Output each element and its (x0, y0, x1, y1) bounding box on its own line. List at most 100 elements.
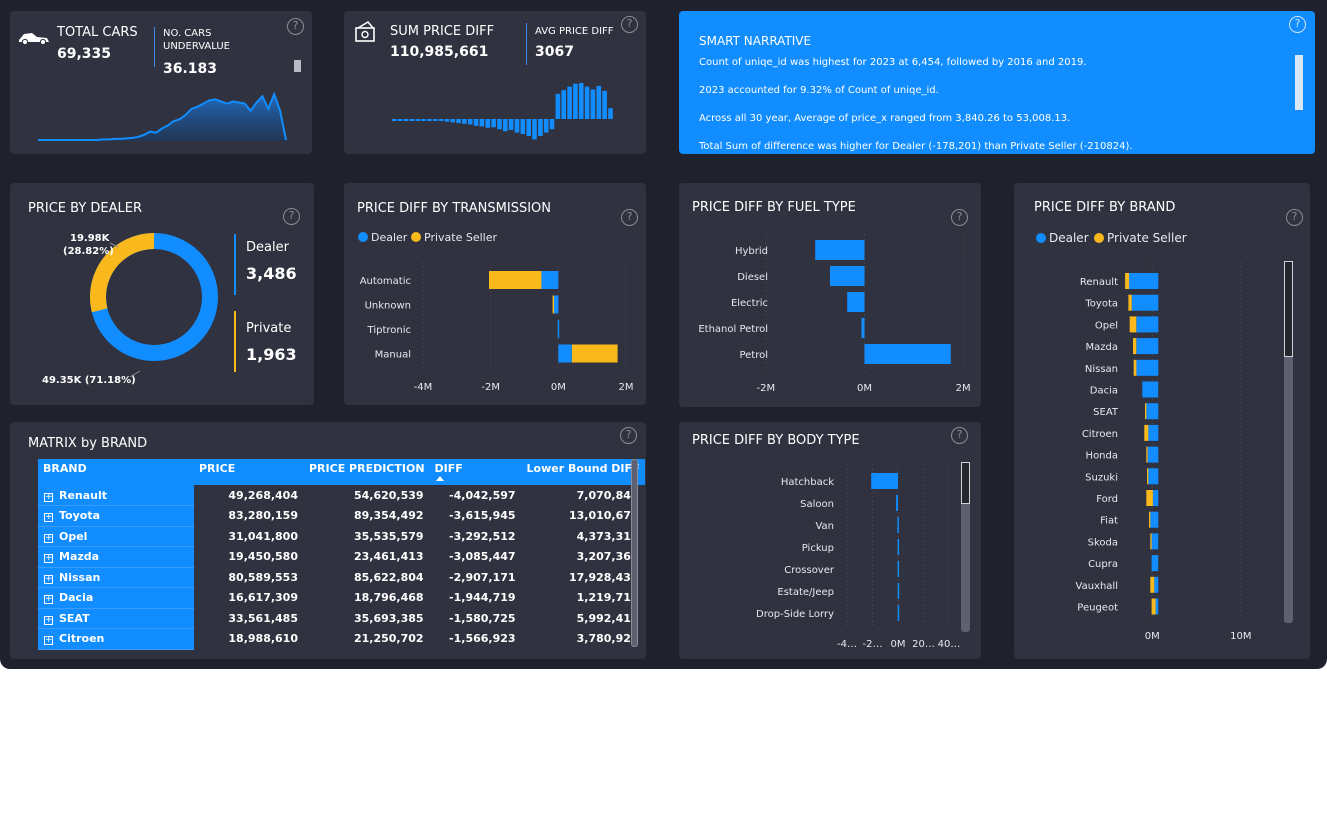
table-row[interactable]: + Opel 31,041,800 35,535,579 -3,292,512 4,373… (38, 526, 645, 547)
table-cell: 7,070,840 (576, 488, 639, 502)
sparkline-bar (432, 119, 438, 121)
table-row[interactable]: + Dacia 16,617,309 18,796,468 -1,944,719 1,21… (38, 587, 645, 609)
sparkline-bar (503, 119, 508, 132)
bar (557, 320, 560, 338)
cell-brand: + Citroen (38, 628, 194, 650)
header-brand[interactable]: BRAND (38, 459, 194, 485)
table-row[interactable]: + Toyota 83,280,159 89,354,492 -3,615,945 13,… (38, 505, 645, 527)
transmission-chart: -4M -2M 0M 2M Automatic Unknown Tiptronic Manua… (360, 263, 634, 393)
private-slice-label: 19.98K (70, 233, 110, 244)
header-lower-bound[interactable]: Lower Bound DIFF (521, 459, 645, 485)
expand-icon[interactable]: + (44, 554, 53, 564)
category-label: SEAT (1093, 407, 1119, 418)
narrative-scrollbar[interactable] (1295, 55, 1303, 110)
help-icon[interactable]: ? (1289, 16, 1306, 33)
x-tick-label: 0M (857, 383, 872, 394)
table-cell: -3,085,447 (449, 550, 516, 564)
category-label: Saloon (800, 499, 834, 510)
matrix-table: BRAND PRICE PRICE PREDICTION DIFF Lower … (38, 459, 645, 650)
table-cell: -1,566,923 (449, 632, 516, 646)
sparkline-bar (467, 119, 473, 125)
category-label: Ford (1096, 494, 1118, 505)
expand-icon[interactable]: + (44, 636, 53, 646)
body-type-card[interactable]: PRICE DIFF BY BODY TYPE ? -4… -2… 0M 20… 40…… (679, 422, 981, 659)
brand-chart: 0M 10M Renault Toyota Opel Mazda Nissan Dacia SE… (1076, 263, 1252, 642)
header-price-prediction[interactable]: PRICE PREDICTION (304, 459, 430, 485)
dashboard: TOTAL CARS 69,335 NO. CARS UNDERVALUE 36… (0, 0, 1327, 669)
sparkline-bar (526, 119, 531, 136)
fuel-type-card[interactable]: PRICE DIFF BY FUEL TYPE ? -2M 0M 2M Hybrid D… (679, 183, 981, 407)
brand-scroll-thumb[interactable] (1284, 261, 1293, 357)
table-row[interactable]: + SEAT 33,561,485 35,693,385 -1,580,725 5,992… (38, 608, 645, 629)
table-cell: 3,780,925 (576, 632, 639, 646)
bar-private (1151, 598, 1156, 615)
dealer-bar (234, 234, 236, 295)
private-label: Private (246, 321, 292, 336)
category-label: Vauxhall (1076, 581, 1118, 592)
category-label: Toyota (1084, 299, 1118, 310)
sparkline-bar (421, 119, 426, 121)
help-icon[interactable]: ? (620, 427, 637, 444)
category-label: Estate/Jeep (777, 587, 834, 598)
private-value: 1,963 (246, 345, 297, 364)
bar-private (1150, 576, 1155, 593)
sparkline-bar (462, 119, 467, 124)
bar-dealer (1150, 511, 1159, 528)
category-label: Pickup (802, 543, 834, 554)
table-cell: 1,219,717 (576, 591, 639, 605)
sort-desc-icon (435, 476, 444, 481)
expand-icon[interactable]: + (44, 574, 53, 584)
narrative-line: Count of uniqe_id was highest for 2023 a… (699, 57, 1087, 68)
category-label: Tiptronic (367, 325, 411, 336)
body-scroll-thumb[interactable] (961, 462, 970, 504)
category-label: Peugeot (1077, 603, 1118, 614)
x-tick-label: -4M (414, 382, 433, 393)
smart-narrative-card[interactable]: SMART NARRATIVE Count of uniqe_id was hi… (679, 11, 1315, 154)
expand-icon[interactable]: + (44, 513, 53, 523)
sparkline-bar (491, 119, 496, 128)
table-cell: 85,622,804 (353, 570, 424, 584)
header-diff[interactable]: DIFF (429, 459, 522, 485)
category-label: Van (815, 521, 834, 532)
price-by-dealer-card[interactable]: PRICE BY DEALER ? 19.98K (28.82%) 49.35K… (10, 183, 314, 405)
table-row[interactable]: + Mazda 19,450,580 23,461,413 -3,085,447 3,20… (38, 546, 645, 568)
sparkline-bar (578, 83, 584, 119)
category-label: Citroen (1082, 429, 1118, 440)
brand-name: Dacia (59, 591, 94, 605)
table-row[interactable]: + Renault 49,268,404 54,620,539 -4,042,597 7,… (38, 485, 645, 506)
category-label: Fiat (1100, 516, 1118, 527)
table-row[interactable]: + Citroen 18,988,610 21,250,702 -1,566,923 3,… (38, 628, 645, 650)
bar-private (1145, 403, 1147, 420)
bar-dealer (1151, 555, 1159, 572)
sparkline-bar (549, 119, 555, 130)
header-price[interactable]: PRICE (194, 459, 304, 485)
private-slice-pct: (28.82%) (63, 246, 114, 257)
sum-price-diff-card[interactable]: SUM PRICE DIFF 110,985,661 AVG PRICE DIF… (344, 11, 646, 154)
x-tick-label: 40… (938, 639, 961, 650)
bar (864, 344, 951, 364)
dealer-label: Dealer (246, 240, 289, 255)
matrix-card[interactable]: MATRIX by BRAND ? BRAND PRICE PRICE PRED… (10, 422, 646, 659)
category-label: Honda (1086, 451, 1118, 462)
expand-icon[interactable]: + (44, 615, 53, 625)
sparkline-bar (508, 119, 514, 130)
sparkline-bar (543, 119, 549, 133)
transmission-card[interactable]: PRICE DIFF BY TRANSMISSION ? Dealer Priv… (344, 183, 646, 405)
sparkline-bar (485, 119, 491, 128)
narrative-line: Total Sum of difference was higher for D… (699, 141, 1133, 152)
expand-icon[interactable]: + (44, 533, 53, 543)
narrative-line: Across all 30 year, Average of price_x r… (699, 113, 1071, 124)
expand-icon[interactable]: + (44, 492, 53, 502)
category-label: Skoda (1088, 537, 1118, 548)
expand-icon[interactable]: + (44, 595, 53, 605)
cell-brand: + SEAT (38, 608, 194, 629)
table-cell: 3,207,363 (576, 550, 639, 564)
sparkline-bar (567, 86, 572, 119)
matrix-header-row: BRAND PRICE PRICE PREDICTION DIFF Lower … (38, 459, 645, 485)
table-row[interactable]: + Nissan 80,589,553 85,622,804 -2,907,171 17,… (38, 567, 645, 588)
brand-card[interactable]: PRICE DIFF BY BRAND ? Dealer Private Sel… (1014, 183, 1310, 659)
total-cars-card[interactable]: TOTAL CARS 69,335 NO. CARS UNDERVALUE 36… (10, 11, 312, 154)
bar-private (1150, 533, 1152, 550)
matrix-scroll-thumb[interactable] (631, 459, 638, 647)
sparkline-bar (479, 119, 485, 127)
